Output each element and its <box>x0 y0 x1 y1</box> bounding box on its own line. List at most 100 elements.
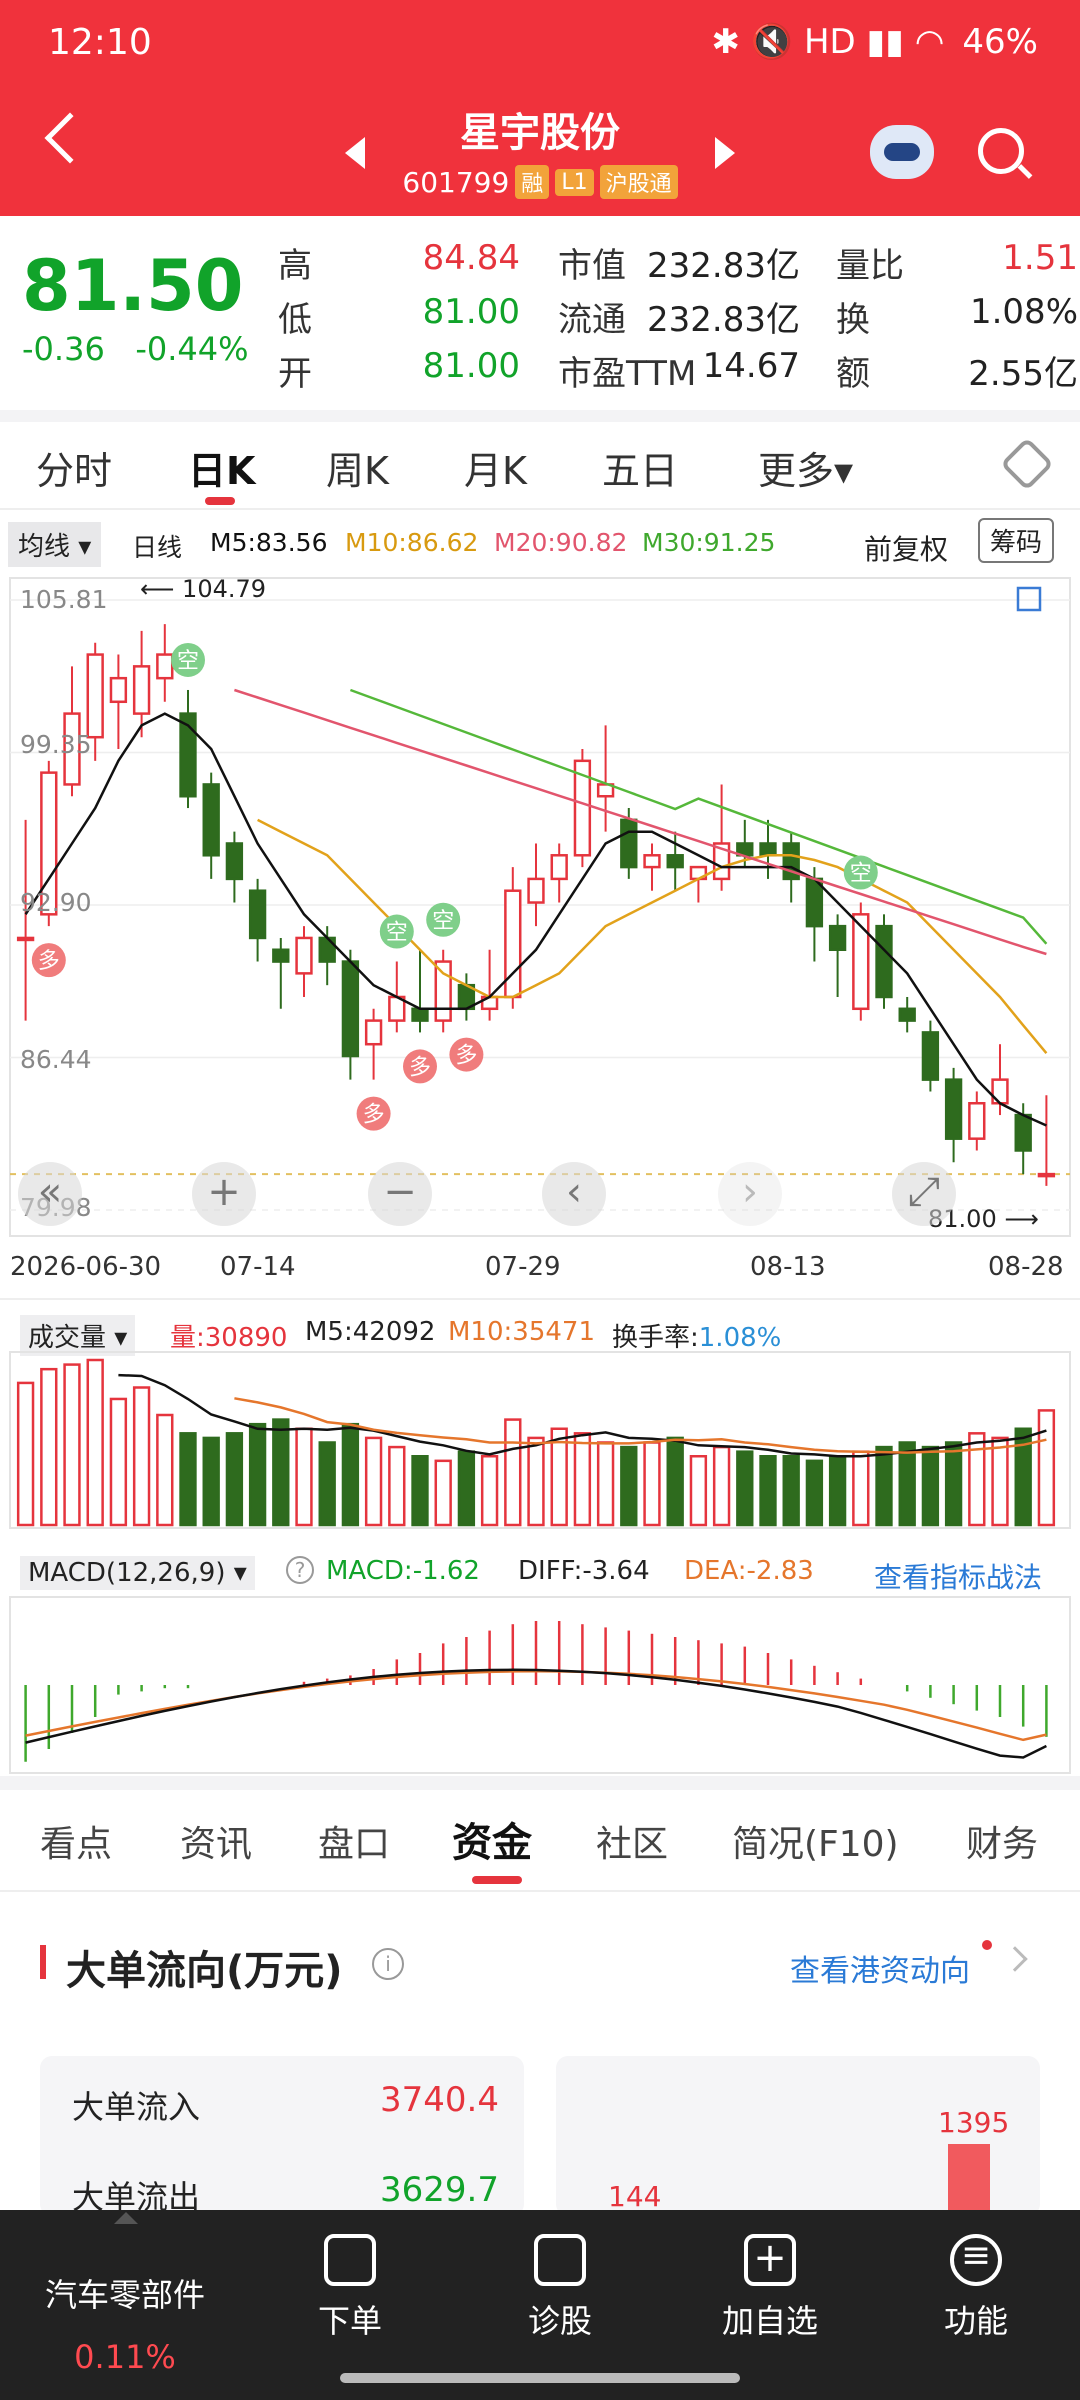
adjust-mode[interactable]: 前复权 <box>864 528 948 568</box>
active-tab-underline <box>205 497 235 505</box>
add-watchlist-button[interactable]: + 加自选 <box>700 2234 840 2342</box>
candle-body <box>434 960 452 1022</box>
volume-bar <box>388 1445 406 1527</box>
turnover-rate-label: 换手率: <box>612 1323 699 1353</box>
volume-bar <box>411 1455 429 1527</box>
volume-bar <box>132 1386 151 1527</box>
volume-bar <box>156 1413 174 1527</box>
candle-body <box>202 783 220 857</box>
candle-body <box>86 653 104 739</box>
buy-signal-label: 多 <box>409 1055 431 1080</box>
volume-value: 量:30890 <box>170 1323 288 1353</box>
candle-body <box>1037 1172 1056 1178</box>
chevron-right-icon[interactable] <box>1002 1946 1028 1972</box>
volume-bar <box>86 1358 104 1527</box>
tab-financials[interactable]: 财务 <box>966 1815 1038 1867</box>
y-tick-label: 99.35 <box>20 730 92 759</box>
chip-distribution-button[interactable]: 筹码 <box>978 518 1055 563</box>
candle-body <box>805 877 824 928</box>
volume-bar <box>202 1436 220 1527</box>
chart-settings-icon[interactable] <box>1000 437 1054 491</box>
sell-signal-label: 空 <box>432 909 454 934</box>
float-cap-value: 232.83亿 <box>647 300 800 340</box>
tab-news[interactable]: 资讯 <box>180 1815 252 1867</box>
high-label: 高 <box>278 246 312 286</box>
volume-bar <box>666 1436 684 1527</box>
candlestick-chart[interactable]: 多空空 空多多 多空 <box>0 570 1080 1250</box>
candle-body <box>248 889 267 940</box>
ma5-value: M5:83.56 <box>210 528 328 557</box>
inflow-label: 大单流入 <box>72 2088 201 2126</box>
sector-name: 汽车零部件 <box>44 2276 205 2314</box>
volume-bar <box>805 1459 824 1527</box>
notification-dot <box>982 1940 992 1950</box>
tab-five-day[interactable]: 五日 <box>602 440 678 495</box>
volume-bar <box>898 1441 916 1527</box>
home-indicator <box>340 2373 740 2383</box>
tab-weekly-k[interactable]: 周K <box>326 440 389 495</box>
functions-button[interactable]: ≡ 功能 <box>916 2234 1036 2342</box>
divider <box>0 508 1080 510</box>
next-icon[interactable]: › <box>718 1162 782 1226</box>
tab-profile[interactable]: 简况(F10) <box>732 1815 899 1867</box>
x-tick-label: 2026-06-30 <box>10 1252 162 1282</box>
fullscreen-icon[interactable]: ⤢ <box>892 1162 956 1226</box>
search-icon[interactable] <box>978 128 1024 174</box>
sector-button[interactable]: 汽车零部件 0.11% <box>20 2270 230 2376</box>
candle-body <box>643 854 661 869</box>
tab-more[interactable]: 更多▾ <box>758 440 853 495</box>
tab-order-book[interactable]: 盘口 <box>318 1815 390 1867</box>
market-cap-value: 232.83亿 <box>647 246 800 286</box>
candle-body <box>504 889 522 999</box>
prev-icon[interactable]: ‹ <box>542 1162 606 1226</box>
help-icon[interactable]: ? <box>286 1556 314 1584</box>
volume-bar <box>759 1455 777 1527</box>
candle-body <box>550 854 568 881</box>
volume-ma5: M5:42092 <box>305 1317 436 1347</box>
tab-monthly-k[interactable]: 月K <box>464 440 527 495</box>
order-icon <box>324 2234 376 2286</box>
candle-body <box>109 676 128 704</box>
indicator-tutorial-link[interactable]: 查看指标战法 <box>874 1556 1042 1596</box>
diagnose-button[interactable]: 诊股 <box>500 2234 620 2342</box>
tab-daily-k[interactable]: 日K <box>188 440 255 495</box>
order-button[interactable]: 下单 <box>290 2234 410 2342</box>
candle-body <box>295 936 313 975</box>
rewind-icon[interactable]: « <box>18 1162 82 1226</box>
high-annotation-value: 104.79 <box>182 575 267 603</box>
functions-label: 功能 <box>943 2302 1008 2340</box>
volume-bar <box>527 1436 545 1527</box>
buy-signal-label: 多 <box>455 1044 477 1069</box>
indicator-selector[interactable]: MACD(12,26,9) ▾ <box>20 1556 255 1590</box>
volume-ratio-value: 1.51 <box>1002 238 1078 278</box>
tab-community[interactable]: 社区 <box>596 1815 668 1867</box>
ma-selector[interactable]: 均线 ▾ <box>8 522 102 567</box>
volume-bar <box>828 1455 847 1527</box>
amount-value: 2.55亿 <box>968 354 1078 394</box>
change-value: -0.36 <box>22 330 105 368</box>
change-percent: -0.44% <box>135 330 249 368</box>
tab-highlights[interactable]: 看点 <box>40 1815 112 1867</box>
tab-intraday[interactable]: 分时 <box>36 440 112 495</box>
volume-chart <box>9 1351 1071 1529</box>
ma-period-type: 日线 <box>132 533 183 562</box>
turnover-rate-value: 1.08% <box>698 1323 782 1353</box>
volume-bar <box>689 1455 708 1527</box>
turnover-label: 换 <box>836 300 870 340</box>
volume-bar <box>991 1436 1009 1527</box>
x-tick-label: 07-29 <box>485 1252 561 1282</box>
hk-capital-link[interactable]: 查看港资动向 <box>790 1946 970 1990</box>
zoom-out-icon[interactable]: − <box>368 1162 432 1226</box>
volume-bar <box>457 1450 476 1527</box>
volume-bar <box>295 1427 313 1527</box>
divider <box>0 1776 1080 1790</box>
candle-body <box>968 1102 986 1140</box>
volume-bar <box>968 1432 986 1527</box>
info-icon[interactable]: i <box>372 1948 404 1980</box>
y-tick-label: 92.90 <box>20 888 92 917</box>
open-value: 81.00 <box>422 346 520 386</box>
robot-assistant-icon[interactable] <box>870 125 934 179</box>
tab-capital[interactable]: 资金 <box>452 1810 532 1868</box>
inflow-value: 3740.4 <box>380 2080 499 2120</box>
zoom-in-icon[interactable]: + <box>192 1162 256 1226</box>
